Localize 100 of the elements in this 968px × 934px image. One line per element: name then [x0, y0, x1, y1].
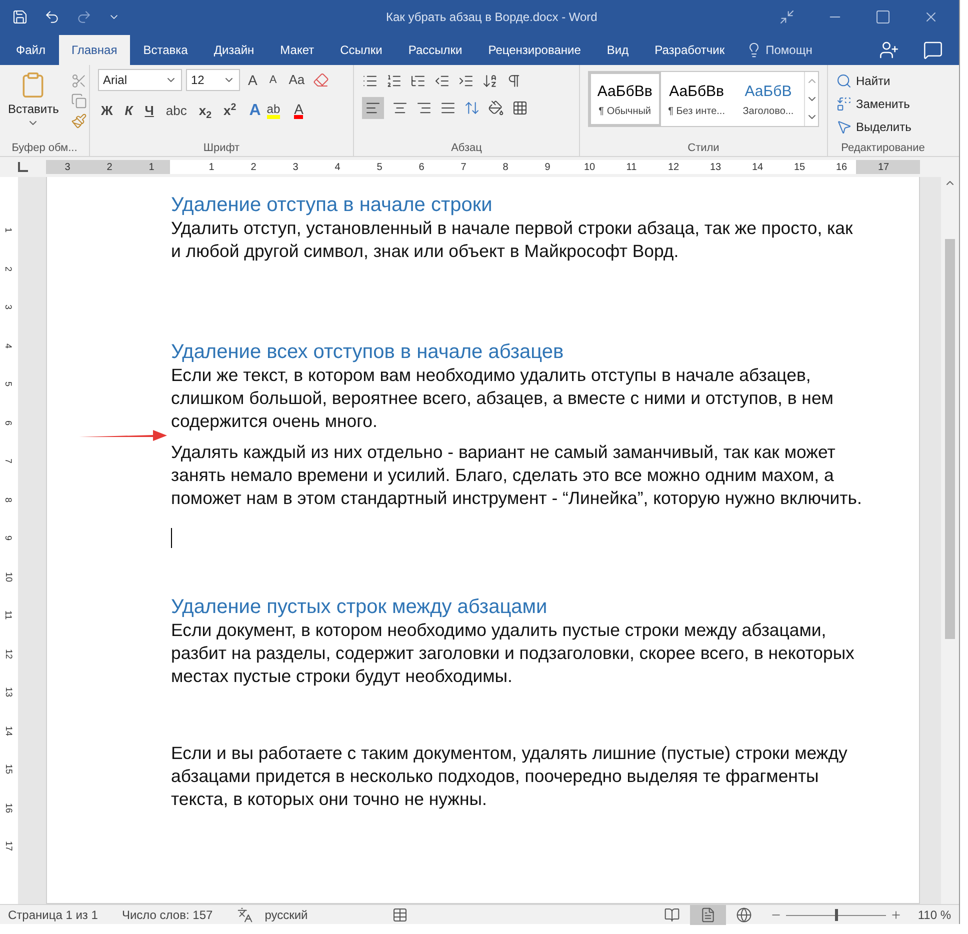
read-view-icon[interactable] — [664, 906, 680, 922]
format-painter-icon[interactable] — [70, 113, 87, 129]
document-heading: Удаление отступа в начале строки — [171, 193, 494, 217]
zoom-in-icon[interactable] — [890, 908, 902, 920]
ribbon-tab[interactable]: Разработчик — [642, 35, 738, 65]
ruler-number: 4 — [3, 343, 15, 348]
editing-button[interactable]: Выделить — [836, 115, 930, 138]
font-name-field[interactable]: Arial — [98, 69, 182, 91]
ruler-number: 11 — [625, 160, 638, 174]
group-label: Шрифт — [203, 140, 240, 156]
ruler-number: 2 — [250, 160, 258, 174]
change-case-button[interactable]: Aa — [284, 70, 309, 90]
tab-selector-icon[interactable] — [18, 162, 28, 172]
undo-icon[interactable] — [44, 8, 60, 24]
ruler-number: 12 — [3, 648, 15, 658]
line-spacing-icon[interactable] — [464, 100, 480, 116]
sort-icon[interactable] — [482, 73, 498, 89]
macro-icon[interactable] — [392, 906, 408, 922]
ruler-number: 4 — [334, 160, 342, 174]
ruler-number: 15 — [3, 764, 15, 774]
text-effects-button[interactable]: A — [249, 99, 261, 123]
style-tile[interactable]: АаБбВв ¶ Без инте... — [660, 72, 732, 126]
ruler-number: 12 — [666, 160, 680, 174]
decrease-indent-icon[interactable] — [434, 73, 450, 89]
borders-icon[interactable] — [512, 100, 528, 116]
eraser-icon[interactable] — [312, 72, 329, 88]
ruler-number: 14 — [3, 726, 15, 736]
comments-icon[interactable] — [923, 40, 943, 60]
window-title: Как убрать абзац в Ворде.docx - Word — [386, 8, 598, 26]
highlight-button[interactable]: ab — [266, 103, 280, 119]
align-center-icon[interactable] — [392, 100, 408, 116]
ribbon-tab[interactable]: Ссылки — [327, 35, 396, 65]
zoom-thumb[interactable] — [834, 908, 838, 920]
ribbon-tab[interactable]: Макет — [267, 35, 328, 65]
format-button[interactable]: Ж — [98, 101, 116, 121]
document-paragraph: Удалять каждый из них отдельно - вариант не самый заманчивый, так как может занять немало времени и усилий. Благо, сделать это все можно одним махом, а поможет нам в этом стандартный инструмент - “Линейка”, которую нужно включить. — [171, 441, 863, 510]
ribbon-tab[interactable]: Дизайн — [200, 35, 268, 65]
multilevel-list-icon[interactable] — [410, 73, 426, 89]
view-button[interactable] — [690, 904, 726, 924]
text-cursor — [171, 528, 172, 548]
justify-icon[interactable] — [440, 100, 456, 116]
font-size-field[interactable]: 12 — [186, 69, 240, 91]
save-icon[interactable] — [12, 8, 28, 24]
format-button[interactable]: abc — [162, 101, 190, 121]
replace-icon[interactable] — [836, 96, 852, 112]
ribbon-tab[interactable]: Главная — [58, 35, 130, 65]
ribbon-tab[interactable]: Вставка — [130, 35, 201, 65]
style-tile[interactable]: АаБбВ Заголово... — [732, 72, 804, 126]
scrollbar-thumb[interactable] — [945, 239, 955, 639]
format-button[interactable]: Ч — [142, 101, 157, 121]
align-left-icon[interactable] — [362, 97, 384, 119]
format-button[interactable]: x$_{2}$ — [196, 101, 215, 121]
format-button[interactable]: К — [122, 101, 136, 121]
paste-button[interactable]: Вставить — [4, 69, 63, 129]
style-tile[interactable]: АаБбВв ¶ Обычный — [589, 72, 661, 126]
shrink-font-button[interactable]: A — [265, 72, 281, 88]
share-icon[interactable] — [879, 40, 899, 60]
ruler-number: 10 — [582, 160, 596, 174]
ribbon-tab[interactable]: Файл — [3, 35, 59, 65]
grow-font-button[interactable]: A — [244, 70, 262, 90]
document-heading: Удаление всех отступов в начале абзацев — [171, 340, 565, 364]
ruler-number: 15 — [792, 160, 806, 174]
numbering-icon[interactable] — [386, 73, 402, 89]
ribbon-tab[interactable]: Вид — [594, 35, 642, 65]
editing-button[interactable]: Заменить — [836, 92, 930, 115]
ruler-number: 7 — [3, 458, 15, 464]
zoom-percent: 110 % — [918, 906, 951, 924]
ribbon-options-icon[interactable] — [779, 8, 795, 24]
redo-icon[interactable] — [76, 8, 92, 24]
ruler-number: 5 — [376, 160, 384, 174]
ruler-number: 9 — [3, 536, 15, 540]
cursor-icon[interactable] — [836, 118, 852, 134]
ruler-number: 11 — [3, 610, 15, 620]
web-view-icon[interactable] — [736, 906, 752, 922]
tell-me-button[interactable]: Помощн — [738, 35, 820, 65]
proofing-icon[interactable] — [236, 906, 253, 922]
increase-indent-icon[interactable] — [458, 73, 474, 89]
pilcrow-icon[interactable] — [506, 73, 522, 89]
ruler-number: 16 — [3, 802, 15, 812]
ruler-number: 8 — [3, 497, 15, 502]
search-icon[interactable] — [836, 72, 852, 88]
maximize-icon[interactable] — [875, 8, 891, 24]
editing-button[interactable]: Найти — [836, 69, 930, 92]
ruler-number: 17 — [876, 160, 890, 174]
ribbon-tab[interactable]: Рецензирование — [475, 35, 594, 65]
group-label: Абзац — [451, 140, 482, 156]
ruler-number: 1 — [3, 228, 15, 232]
align-right-icon[interactable] — [416, 100, 432, 116]
shading-icon[interactable] — [488, 100, 504, 116]
ribbon-tab[interactable]: Рассылки — [395, 35, 476, 65]
document-paragraph: Если же текст, в котором вам необходимо удалить отступы в начале абзацев, слишком большой, вероятнее всего, абзацев, а вместе с ними и отступов, в нем содержится очень много. — [171, 364, 834, 433]
page-count: Страница 1 из 1 — [8, 906, 98, 924]
zoom-slider[interactable] — [786, 908, 886, 920]
ruler-number: 5 — [3, 382, 15, 386]
format-button[interactable]: x$^{2}$ — [220, 101, 240, 121]
ruler-number: 3 — [292, 160, 300, 174]
font-color-button[interactable]: A — [294, 103, 304, 119]
ruler-number: 9 — [544, 160, 552, 174]
ruler-number: 7 — [460, 160, 468, 174]
print-view-icon[interactable] — [700, 906, 716, 922]
